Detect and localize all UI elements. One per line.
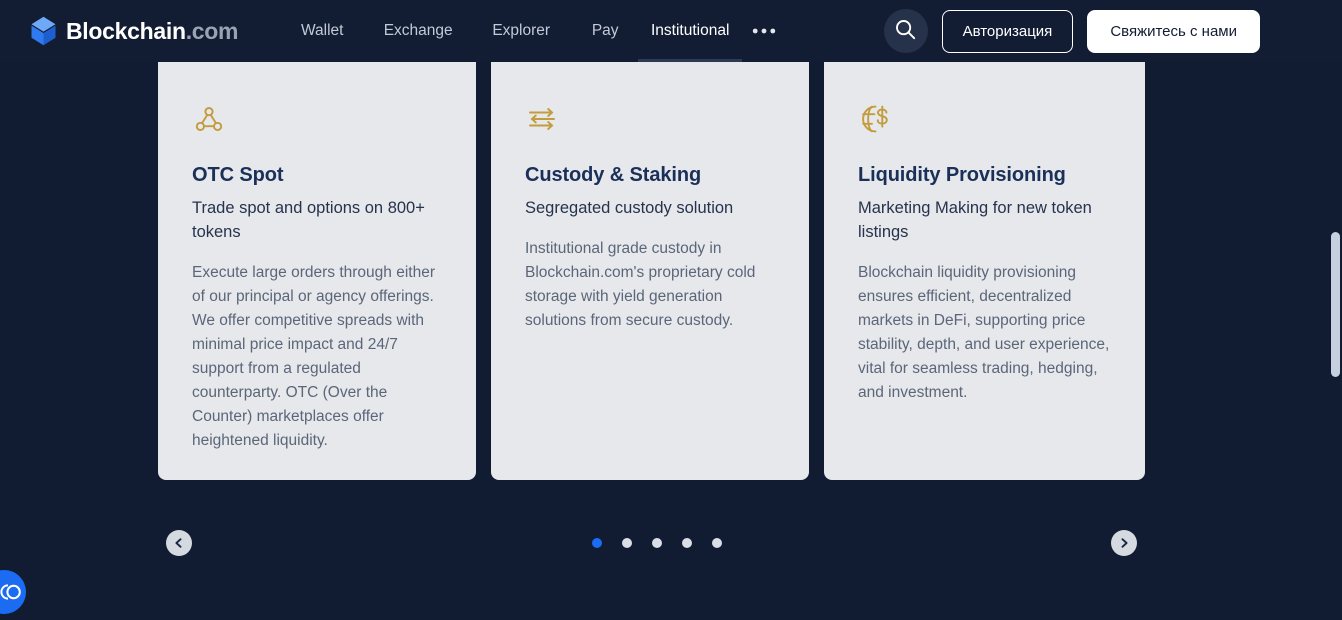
search-button[interactable] (883, 9, 928, 53)
search-icon (895, 19, 916, 43)
main-nav: Wallet Exchange Explorer Pay Institution… (278, 0, 786, 62)
card-custody-staking[interactable]: Custody & Staking Segregated custody sol… (491, 62, 809, 480)
swap-arrows-icon (525, 102, 775, 136)
carousel-dot-5[interactable] (712, 538, 722, 548)
card-subtitle: Trade spot and options on 800+ tokens (192, 199, 425, 241)
nav-more-button[interactable] (742, 0, 786, 62)
card-body: Institutional grade custody in Blockchai… (525, 239, 756, 329)
card-body: Execute large orders through either of o… (192, 263, 435, 449)
card-liquidity-provisioning[interactable]: Liquidity Provisioning Marketing Making … (824, 62, 1145, 480)
nav-item-explorer-label: Explorer (492, 22, 551, 39)
nav-item-institutional[interactable]: Institutional (638, 0, 743, 62)
nav-item-exchange[interactable]: Exchange (366, 0, 470, 62)
page-scrollbar-track[interactable] (1328, 62, 1342, 620)
login-button[interactable]: Авторизация (941, 9, 1074, 53)
card-title: Custody & Staking (525, 164, 702, 186)
carousel-next-button[interactable] (1111, 530, 1137, 556)
page-scrollbar-thumb[interactable] (1331, 232, 1340, 377)
network-nodes-icon (192, 102, 442, 136)
card-subtitle: Segregated custody solution (525, 199, 734, 217)
carousel-dot-3[interactable] (652, 538, 662, 548)
nav-item-wallet-label: Wallet (300, 22, 344, 39)
nav-item-wallet[interactable]: Wallet (278, 0, 366, 62)
institutional-carousel: OTC Spot Trade spot and options on 800+ … (0, 62, 1342, 620)
nav-item-pay-label: Pay (591, 22, 619, 39)
carousel-dot-2[interactable] (622, 538, 632, 548)
ellipsis-horizontal-icon (752, 27, 776, 35)
carousel-dots (592, 538, 722, 548)
carousel-track: OTC Spot Trade spot and options on 800+ … (158, 62, 1145, 480)
brand-logo-link[interactable]: Blockchain.com (30, 16, 239, 46)
nav-item-exchange-label: Exchange (383, 22, 453, 39)
nav-item-institutional-label: Institutional (650, 22, 730, 39)
brand-text: Blockchain.com (66, 17, 239, 45)
accessibility-toggle-icon (0, 584, 22, 600)
card-subtitle: Marketing Making for new token listings (858, 199, 1092, 241)
header-actions: Авторизация Свяжитесь с нами (883, 9, 1260, 53)
card-body: Blockchain liquidity provisioning ensure… (858, 263, 1110, 401)
chevron-left-icon (173, 537, 185, 549)
chevron-right-icon (1118, 537, 1130, 549)
card-title: Liquidity Provisioning (858, 164, 1066, 186)
brand-name: Blockchain (66, 17, 186, 44)
card-title: OTC Spot (192, 164, 284, 186)
nav-item-pay[interactable]: Pay (572, 0, 638, 62)
globe-dollar-icon (858, 102, 1111, 136)
carousel-dot-1[interactable] (592, 538, 602, 548)
carousel-prev-button[interactable] (166, 530, 192, 556)
blockchain-cube-logo-icon (30, 16, 57, 46)
carousel-controls (0, 530, 1342, 570)
site-header: Blockchain.com Wallet Exchange Explorer … (0, 0, 1342, 62)
nav-item-explorer[interactable]: Explorer (470, 0, 572, 62)
contact-us-button[interactable]: Свяжитесь с нами (1087, 9, 1260, 53)
header-inner: Blockchain.com Wallet Exchange Explorer … (0, 0, 1342, 62)
card-otc-spot[interactable]: OTC Spot Trade spot and options on 800+ … (158, 62, 476, 480)
brand-suffix: .com (185, 17, 239, 44)
carousel-dot-4[interactable] (682, 538, 692, 548)
